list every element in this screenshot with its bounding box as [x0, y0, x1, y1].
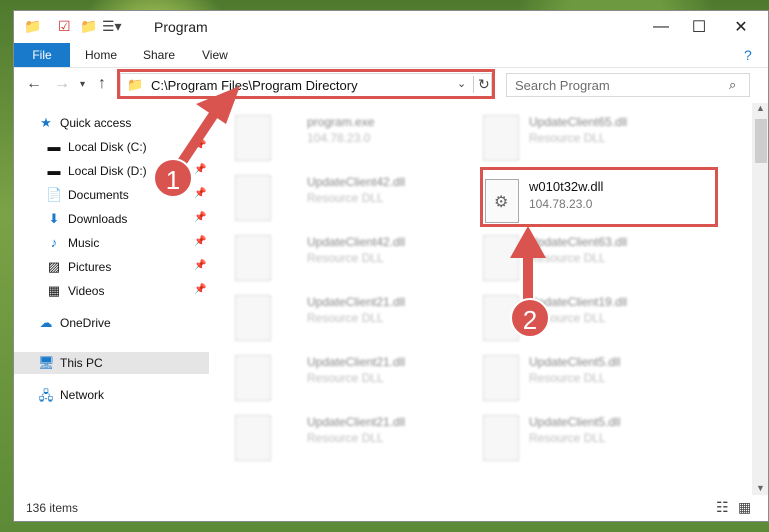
arrow-line-1 [173, 103, 223, 173]
annotation-arrows [173, 86, 546, 303]
step-marker-1: 1 [153, 158, 193, 198]
step-marker-2: 2 [510, 298, 550, 338]
arrow-head-1 [196, 86, 240, 124]
arrow-head-2 [510, 226, 546, 258]
